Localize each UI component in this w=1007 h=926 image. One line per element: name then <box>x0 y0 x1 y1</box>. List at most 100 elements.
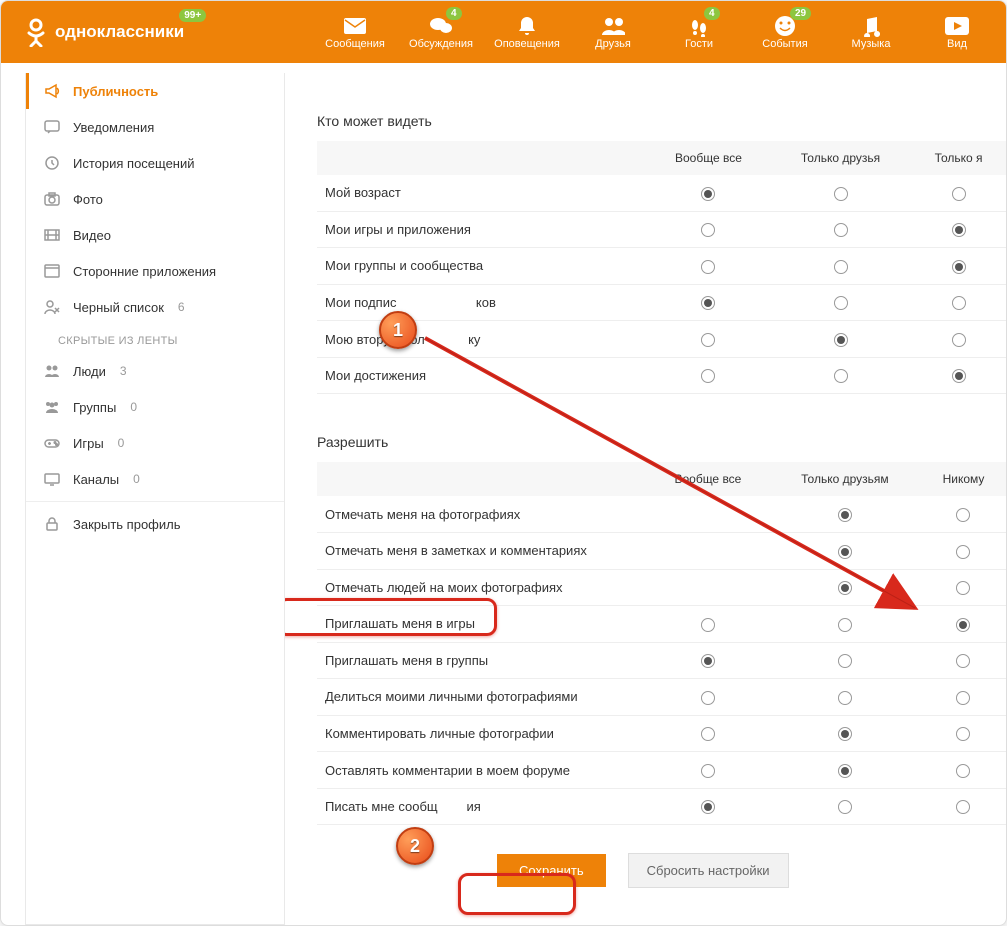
brand-text: одноклассники <box>55 22 184 42</box>
radio-invgr-none[interactable] <box>956 654 970 668</box>
radio-groups-me[interactable] <box>952 260 966 274</box>
row-messages: Писать мне сообщ ия <box>317 788 1006 825</box>
nav-guests[interactable]: 4 Гости <box>660 1 738 63</box>
sidebar-item-close-profile[interactable]: Закрыть профиль <box>26 506 284 542</box>
radio-invg-all[interactable] <box>701 618 715 632</box>
radio-ach-friends[interactable] <box>834 369 848 383</box>
music-icon <box>859 14 883 38</box>
row-age: Мой возраст <box>317 175 1006 211</box>
play-icon <box>945 14 969 38</box>
sidebar-item-video[interactable]: Видео <box>26 217 284 253</box>
radio-fc-friends[interactable] <box>838 764 852 778</box>
col-all: Вообще все <box>647 141 770 175</box>
col2-all: Вообще все <box>647 462 769 496</box>
people-icon <box>43 362 61 380</box>
nav-video[interactable]: Вид <box>918 1 996 63</box>
tv-icon <box>43 470 61 488</box>
reset-button[interactable]: Сбросить настройки <box>628 853 789 888</box>
radio-ach-me[interactable] <box>952 369 966 383</box>
nav-notifications[interactable]: Оповещения <box>488 1 566 63</box>
nav-messages[interactable]: Сообщения <box>316 1 394 63</box>
radio-age-friends[interactable] <box>834 187 848 201</box>
radio-spouse-friends[interactable] <box>834 333 848 347</box>
sidebar-item-photo[interactable]: Фото <box>26 181 284 217</box>
radio-spouse-me[interactable] <box>952 333 966 347</box>
radio-invg-none[interactable] <box>956 618 970 632</box>
callout-step-1: 1 <box>379 311 417 349</box>
row-invite-games: Приглашать меня в игры <box>317 606 1006 643</box>
row-games: Мои игры и приложения <box>317 211 1006 248</box>
radio-tagn-friends[interactable] <box>838 545 852 559</box>
sidebar-item-channels[interactable]: Каналы 0 <box>26 461 284 497</box>
nav-events[interactable]: 29 События <box>746 1 824 63</box>
radio-shp-none[interactable] <box>956 691 970 705</box>
radio-subs-friends[interactable] <box>834 296 848 310</box>
radio-age-me[interactable] <box>952 187 966 201</box>
privacy-table-see: Вообще все Только друзья Только я Мой во… <box>317 141 1006 394</box>
radio-groups-friends[interactable] <box>834 260 848 274</box>
settings-sidebar: Публичность Уведомления История посещени… <box>25 73 285 925</box>
radio-subs-all[interactable] <box>701 296 715 310</box>
radio-subs-me[interactable] <box>952 296 966 310</box>
nav-friends[interactable]: Друзья <box>574 1 652 63</box>
header-nav: Сообщения 4 Обсуждения Оповещения Друзья… <box>316 1 996 63</box>
radio-invgr-all[interactable] <box>701 654 715 668</box>
radio-games-friends[interactable] <box>834 223 848 237</box>
sidebar-item-people[interactable]: Люди 3 <box>26 353 284 389</box>
megaphone-icon <box>43 82 61 100</box>
save-button[interactable]: Сохранить <box>497 854 606 887</box>
block-user-icon <box>43 298 61 316</box>
col-friends: Только друзья <box>770 141 911 175</box>
radio-fc-all[interactable] <box>701 764 715 778</box>
nav-discussions[interactable]: 4 Обсуждения <box>402 1 480 63</box>
radio-msg-friends[interactable] <box>838 800 852 814</box>
radio-msg-all[interactable] <box>701 800 715 814</box>
sidebar-item-blacklist[interactable]: Черный список 6 <box>26 289 284 325</box>
sidebar-hidden-heading: СКРЫТЫЕ ИЗ ЛЕНТЫ <box>26 325 284 353</box>
sidebar-item-publicity[interactable]: Публичность <box>26 73 284 109</box>
radio-tagmp-friends[interactable] <box>838 581 852 595</box>
sidebar-item-groups[interactable]: Группы 0 <box>26 389 284 425</box>
radio-games-me[interactable] <box>952 223 966 237</box>
radio-tagp-friends[interactable] <box>838 508 852 522</box>
brand-badge: 99+ <box>179 9 206 22</box>
radio-msg-none[interactable] <box>956 800 970 814</box>
row-subs: Мои подпис ков <box>317 284 1006 321</box>
sidebar-item-games[interactable]: Игры 0 <box>26 425 284 461</box>
radio-cmp-none[interactable] <box>956 727 970 741</box>
sidebar-item-history[interactable]: История посещений <box>26 145 284 181</box>
sidebar-item-notifications[interactable]: Уведомления <box>26 109 284 145</box>
bell-icon <box>515 14 539 38</box>
col2-friends: Только друзьям <box>769 462 921 496</box>
radio-games-all[interactable] <box>701 223 715 237</box>
events-badge: 29 <box>790 7 811 20</box>
sidebar-item-apps[interactable]: Сторонние приложения <box>26 253 284 289</box>
radio-tagmp-none[interactable] <box>956 581 970 595</box>
radio-invg-friends[interactable] <box>838 618 852 632</box>
radio-tagn-none[interactable] <box>956 545 970 559</box>
radio-cmp-friends[interactable] <box>838 727 852 741</box>
radio-shp-friends[interactable] <box>838 691 852 705</box>
col2-none: Никому <box>921 462 1006 496</box>
ok-logo-icon <box>25 17 47 47</box>
row-tag-notes: Отмечать меня в заметках и комментариях <box>317 532 1006 569</box>
main-content: Кто может видеть Вообще все Только друзь… <box>285 73 1006 925</box>
row-tag-photos: Отмечать меня на фотографиях <box>317 496 1006 532</box>
nav-music[interactable]: Музыка <box>832 1 910 63</box>
radio-ach-all[interactable] <box>701 369 715 383</box>
radio-fc-none[interactable] <box>956 764 970 778</box>
radio-groups-all[interactable] <box>701 260 715 274</box>
radio-age-all[interactable] <box>701 187 715 201</box>
radio-cmp-all[interactable] <box>701 727 715 741</box>
radio-shp-all[interactable] <box>701 691 715 705</box>
brand-logo[interactable]: одноклассники 99+ <box>25 17 184 47</box>
radio-invgr-friends[interactable] <box>838 654 852 668</box>
col-me: Только я <box>911 141 1006 175</box>
row-invite-groups: Приглашать меня в группы <box>317 642 1006 679</box>
row-comment-photos: Комментировать личные фотографии <box>317 715 1006 752</box>
window-icon <box>43 262 61 280</box>
groups-icon <box>43 398 61 416</box>
row-spouse: Мою вторую пол ку <box>317 321 1006 358</box>
radio-spouse-all[interactable] <box>701 333 715 347</box>
radio-tagp-none[interactable] <box>956 508 970 522</box>
